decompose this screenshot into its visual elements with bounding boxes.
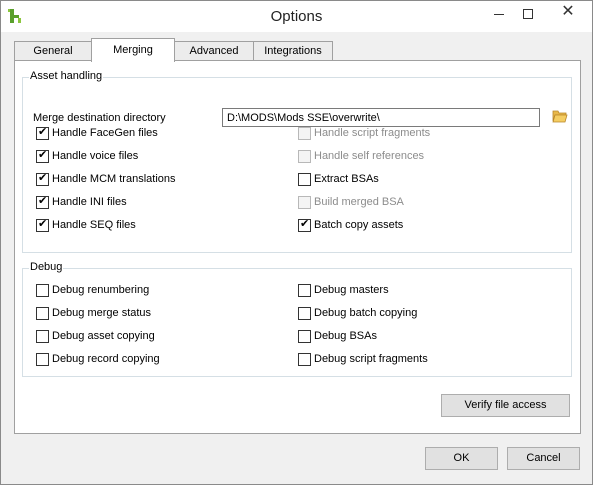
checkbox-label: Handle voice files: [52, 150, 139, 162]
checkbox-unchecked-icon: [298, 150, 311, 163]
checkbox-label: Debug masters: [314, 284, 389, 296]
checkbox-label: Debug BSAs: [314, 330, 377, 342]
checkbox-label: Handle SEQ files: [52, 219, 136, 231]
checkbox-label: Batch copy assets: [314, 219, 404, 231]
checkbox-unchecked-icon[interactable]: [298, 353, 311, 366]
checkbox-unchecked-icon[interactable]: [298, 173, 311, 186]
merge-dir-input[interactable]: [222, 108, 540, 127]
checkbox-label: Build merged BSA: [314, 196, 404, 208]
minimize-icon: [494, 14, 504, 15]
tab-integrations[interactable]: Integrations: [253, 41, 333, 61]
checkbox-label: Handle script fragments: [314, 127, 431, 139]
merge-dir-label: Merge destination directory: [33, 112, 166, 124]
checkbox-label: Debug merge status: [52, 307, 152, 319]
checkbox-label: Debug record copying: [52, 353, 160, 365]
checkbox-checked-icon[interactable]: [36, 148, 49, 163]
checkbox-label: Debug asset copying: [52, 330, 155, 342]
asset-handling-legend: Asset handling: [29, 70, 104, 82]
asset-handling-group: Asset handling Merge destination directo…: [22, 70, 572, 253]
checkbox-label: Extract BSAs: [314, 173, 379, 185]
checkbox-unchecked-icon: [298, 127, 311, 140]
checkbox-label: Handle MCM translations: [52, 173, 176, 185]
title-bar: Options ✕: [1, 1, 592, 32]
checkbox-checked-icon[interactable]: [36, 217, 49, 232]
checkbox-unchecked-icon[interactable]: [298, 330, 311, 343]
cancel-button[interactable]: Cancel: [507, 447, 580, 470]
close-button[interactable]: ✕: [545, 1, 591, 25]
checkbox-label: Debug renumbering: [52, 284, 150, 296]
merging-panel: Asset handling Merge destination directo…: [14, 60, 581, 434]
checkbox-unchecked-icon[interactable]: [298, 307, 311, 320]
checkbox-unchecked-icon: [298, 196, 311, 209]
maximize-icon: [523, 9, 533, 19]
tab-merging[interactable]: Merging: [91, 38, 175, 62]
checkbox-checked-icon[interactable]: [36, 194, 49, 209]
ok-button[interactable]: OK: [425, 447, 498, 470]
close-icon: ✕: [561, 3, 575, 20]
minimize-button[interactable]: [485, 1, 513, 25]
checkbox-label: Handle INI files: [52, 196, 127, 208]
verify-file-access-button[interactable]: Verify file access: [441, 394, 570, 417]
checkbox-unchecked-icon[interactable]: [298, 284, 311, 297]
checkbox-checked-icon[interactable]: [36, 171, 49, 186]
checkbox-label: Debug batch copying: [314, 307, 418, 319]
maximize-button[interactable]: [514, 1, 542, 25]
checkbox-unchecked-icon[interactable]: [36, 330, 49, 343]
checkbox-label: Handle FaceGen files: [52, 127, 158, 139]
checkbox-checked-icon[interactable]: [36, 125, 49, 140]
checkbox-unchecked-icon[interactable]: [36, 284, 49, 297]
checkbox-label: Debug script fragments: [314, 353, 428, 365]
checkbox-unchecked-icon[interactable]: [36, 307, 49, 320]
checkbox-checked-icon[interactable]: [298, 217, 311, 232]
debug-legend: Debug: [29, 261, 64, 273]
folder-open-icon[interactable]: [552, 109, 568, 123]
options-window: Options ✕ General Merging Advanced Integ…: [0, 0, 593, 485]
checkbox-label: Handle self references: [314, 150, 425, 162]
debug-group: Debug Debug renumbering Debug masters Debu…: [22, 261, 572, 377]
checkbox-unchecked-icon[interactable]: [36, 353, 49, 366]
tab-advanced[interactable]: Advanced: [174, 41, 254, 61]
tab-general[interactable]: General: [14, 41, 92, 61]
